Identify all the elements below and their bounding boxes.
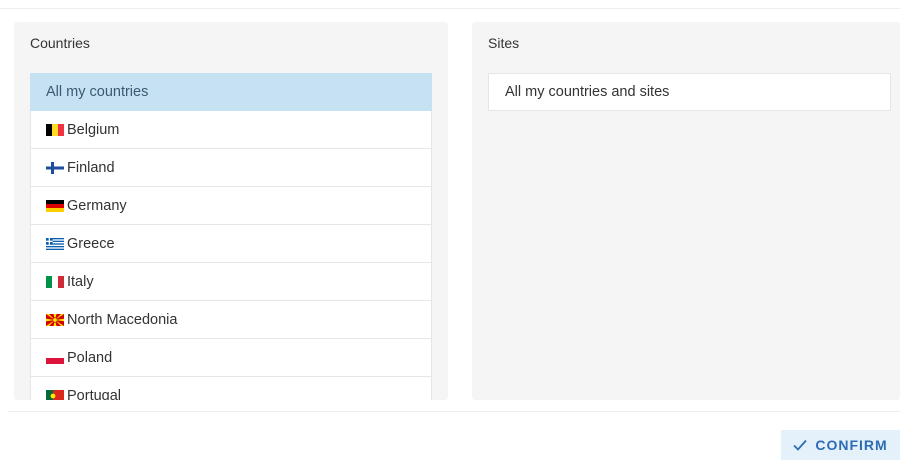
italy-flag-icon bbox=[46, 275, 64, 288]
country-item-italy[interactable]: Italy bbox=[30, 263, 432, 301]
poland-flag-icon bbox=[46, 351, 64, 364]
country-item-germany[interactable]: Germany bbox=[30, 187, 432, 225]
country-item-north-macedonia[interactable]: North Macedonia bbox=[30, 301, 432, 339]
north-macedonia-flag-icon bbox=[46, 313, 64, 326]
confirm-button[interactable]: CONFIRM bbox=[781, 430, 900, 460]
country-label: North Macedonia bbox=[67, 311, 178, 328]
country-label: All my countries bbox=[46, 84, 149, 100]
germany-flag-icon bbox=[46, 199, 64, 212]
country-item-all[interactable]: All my countries bbox=[30, 73, 432, 111]
greece-flag-icon bbox=[46, 237, 64, 250]
bottom-divider bbox=[8, 411, 900, 412]
countries-title: Countries bbox=[30, 35, 90, 51]
portugal-flag-icon bbox=[46, 389, 64, 400]
country-item-portugal[interactable]: Portugal bbox=[30, 377, 432, 400]
country-label: Italy bbox=[67, 273, 94, 290]
top-divider bbox=[0, 8, 900, 9]
confirm-label: CONFIRM bbox=[815, 437, 888, 453]
country-label: Greece bbox=[67, 235, 115, 252]
country-item-greece[interactable]: Greece bbox=[30, 225, 432, 263]
sites-panel: Sites All my countries and sites bbox=[472, 22, 900, 400]
belgium-flag-icon bbox=[46, 123, 64, 136]
site-label: All my countries and sites bbox=[505, 84, 670, 100]
countries-panel: Countries All my countries Belgium Finla… bbox=[14, 22, 448, 400]
country-item-poland[interactable]: Poland bbox=[30, 339, 432, 377]
finland-flag-icon bbox=[46, 161, 64, 174]
sites-list[interactable]: All my countries and sites bbox=[488, 73, 891, 111]
country-item-belgium[interactable]: Belgium bbox=[30, 111, 432, 149]
site-item-all[interactable]: All my countries and sites bbox=[488, 73, 891, 111]
country-label: Portugal bbox=[67, 387, 122, 401]
check-icon bbox=[793, 439, 808, 451]
country-item-finland[interactable]: Finland bbox=[30, 149, 432, 187]
country-label: Poland bbox=[67, 349, 113, 366]
country-label: Germany bbox=[67, 197, 127, 214]
countries-list[interactable]: All my countries Belgium Finland Germany… bbox=[30, 73, 432, 400]
country-label: Belgium bbox=[67, 121, 120, 138]
country-label: Finland bbox=[67, 159, 115, 176]
sites-title: Sites bbox=[488, 35, 520, 51]
